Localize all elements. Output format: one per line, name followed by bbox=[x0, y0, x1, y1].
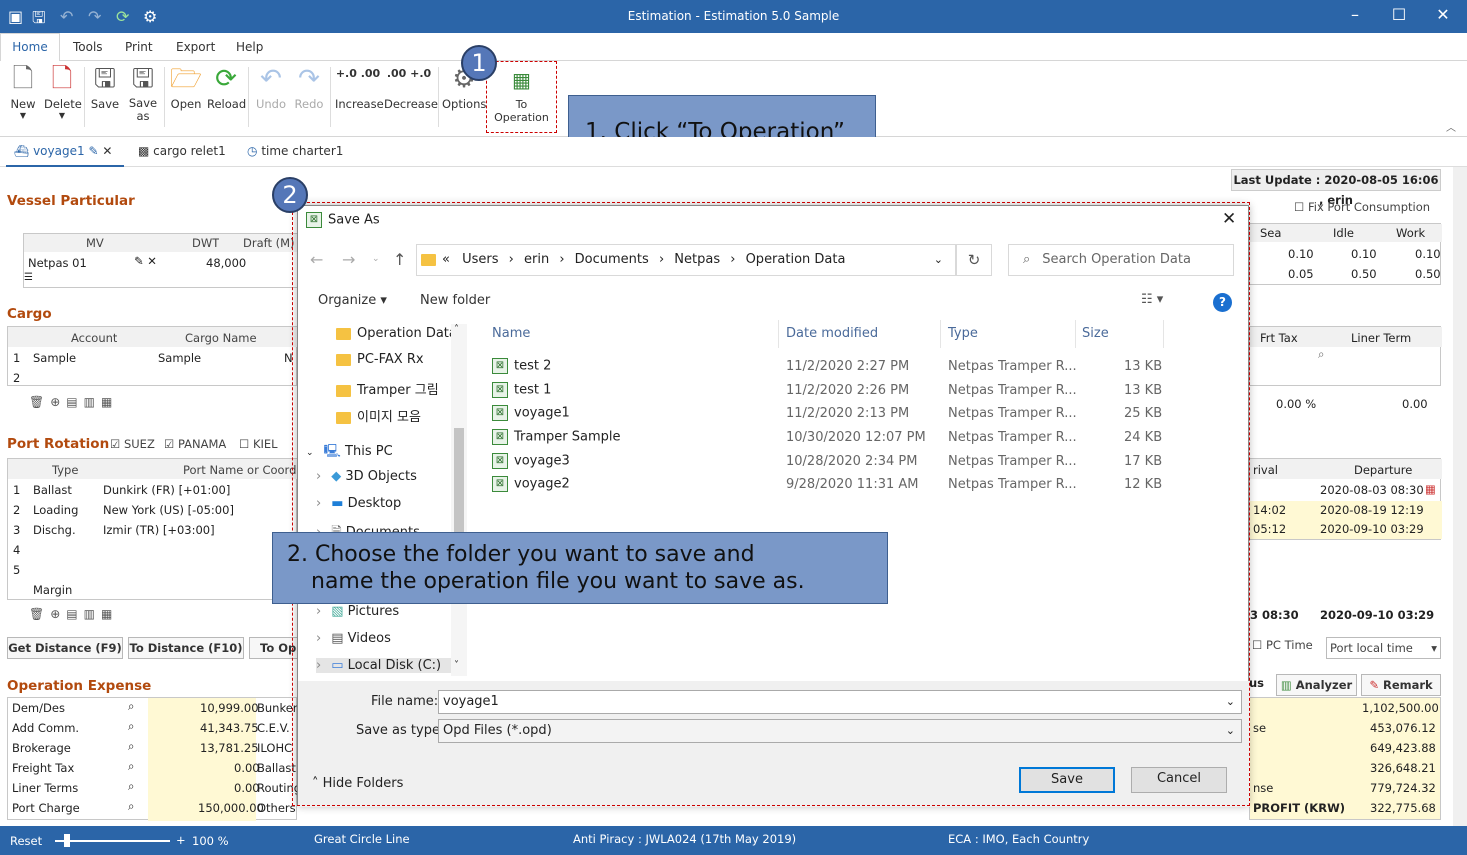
decrease-button[interactable]: .00 +.0 Decrease bbox=[384, 61, 438, 133]
window-title: Estimation - Estimation 5.0 Sample bbox=[627, 9, 840, 23]
close-icon[interactable]: ✕ bbox=[1428, 5, 1458, 24]
cargo-section-title: Cargo bbox=[7, 306, 52, 322]
tab-cargo-relet1[interactable]: ▩ cargo relet1 bbox=[138, 144, 226, 158]
document-tabs: ⛴ voyage1 ✎ ✕ ▩ cargo relet1 ◷ time char… bbox=[0, 137, 1467, 167]
time-select[interactable]: Port local time ▾ bbox=[1326, 637, 1441, 659]
suez-checkbox[interactable]: ☑ SUEZ bbox=[110, 437, 155, 451]
redo-icon: ↷ bbox=[298, 64, 320, 94]
main-scrollbar[interactable] bbox=[1453, 167, 1467, 826]
tab-voyage1[interactable]: ⛴ voyage1 ✎ ✕ bbox=[6, 137, 124, 167]
cargo-icon: ▩ bbox=[138, 144, 150, 158]
search-icon: ⌕ bbox=[128, 759, 135, 773]
reload-button[interactable]: ⟳ Reload bbox=[207, 61, 246, 133]
search-icon: ⌕ bbox=[128, 719, 135, 733]
cargo-grid: Account Cargo Name N 1 Sample Sample 2 bbox=[7, 326, 298, 386]
step-2-callout: 2. Choose the folder you want to save an… bbox=[272, 532, 888, 604]
consumption-grid: Sea Idle Work 0.10 0.10 0.10 0.05 0.50 0… bbox=[1249, 223, 1442, 285]
menu-print[interactable]: Print bbox=[125, 40, 153, 54]
cargo-toolbar[interactable]: 🗑⊕▤▥▦ bbox=[29, 395, 118, 409]
ship-icon: ⛴ bbox=[14, 144, 30, 158]
maximize-icon[interactable]: ☐ bbox=[1384, 5, 1414, 24]
menu-bar: Home Tools Print Export Help bbox=[0, 33, 1467, 61]
list-icon[interactable]: ☰ bbox=[24, 272, 33, 283]
zoom-slider[interactable] bbox=[55, 840, 170, 842]
increase-button[interactable]: +.0 .00 Increase bbox=[335, 61, 384, 133]
open-folder-icon: 🗁 bbox=[169, 64, 203, 94]
port-toolbar[interactable]: 🗑⊕▤▥▦ bbox=[29, 607, 118, 621]
collapse-ribbon-icon[interactable]: ︿ bbox=[1446, 119, 1456, 134]
panama-checkbox[interactable]: ☑ PANAMA bbox=[164, 437, 226, 451]
reload-icon: ⟳ bbox=[215, 64, 237, 94]
analyzer-button[interactable]: ▥ Analyzer bbox=[1276, 674, 1357, 696]
close-tab-icon[interactable]: ✕ bbox=[102, 144, 112, 158]
opex-title: Operation Expense bbox=[7, 678, 152, 694]
port-rotation-title: Port Rotation bbox=[7, 436, 110, 452]
delete-doc-icon: 🗋 bbox=[51, 64, 73, 94]
undo-icon: ↶ bbox=[260, 64, 282, 94]
save-as-icon: 🖫 bbox=[131, 64, 155, 94]
search-icon[interactable]: ⌕ bbox=[1318, 347, 1324, 362]
new-button[interactable]: 🗋 New ▼ bbox=[6, 61, 40, 133]
menu-tools[interactable]: Tools bbox=[73, 40, 103, 54]
delete-button[interactable]: 🗋 Delete ▼ bbox=[44, 61, 82, 133]
calendar-icon[interactable]: ▦ bbox=[1425, 482, 1436, 496]
reset-button[interactable]: Reset bbox=[10, 834, 42, 848]
search-icon: ⌕ bbox=[128, 699, 135, 713]
cargo-right-grid: Frt Tax Liner Term ⌕ 0.00 % 0.00 bbox=[1249, 326, 1442, 411]
menu-help[interactable]: Help bbox=[236, 40, 263, 54]
edit-icon[interactable]: ✎ bbox=[88, 144, 98, 158]
save-button[interactable]: 🖫 Save bbox=[89, 61, 121, 133]
undo-button[interactable]: ↶ Undo bbox=[253, 61, 289, 133]
remark-icon: ✎ bbox=[1369, 678, 1379, 692]
zoom-slider-handle[interactable] bbox=[64, 834, 70, 847]
minimize-icon[interactable]: – bbox=[1340, 5, 1370, 24]
title-bar: ▣ 🖫 ↶ ↷ ⟳ ⚙ Estimation - Estimation 5.0 … bbox=[0, 0, 1467, 33]
opex-right-grid: 1,102,500.00 se 453,076.12 649,423.88 326… bbox=[1249, 697, 1441, 820]
dialog-highlight bbox=[292, 202, 1250, 806]
status-bar: Reset + 100 % Great Circle Line Anti Pir… bbox=[0, 826, 1467, 855]
great-circle-status: Great Circle Line bbox=[314, 832, 410, 846]
pc-time-option[interactable]: ☐ PC Time bbox=[1252, 638, 1313, 652]
to-operation-icon: ▦ bbox=[512, 68, 531, 92]
redo-button[interactable]: ↷ Redo bbox=[292, 61, 326, 133]
decrease-decimal-icon: .00 +.0 bbox=[386, 67, 432, 80]
search-icon: ⌕ bbox=[128, 799, 135, 813]
clock-icon: ◷ bbox=[247, 144, 258, 158]
fix-port-checkbox[interactable]: ☐ Fix Port Consumption bbox=[1294, 200, 1430, 214]
step-1-badge: 1 bbox=[461, 45, 497, 81]
to-operation-button[interactable]: ▦ To Operation bbox=[486, 61, 557, 133]
zoom-level: 100 % bbox=[192, 834, 229, 848]
analyzer-icon: ▥ bbox=[1280, 678, 1292, 692]
tab-time-charter1[interactable]: ◷ time charter1 bbox=[247, 144, 343, 158]
vessel-section-title: Vessel Particular bbox=[7, 193, 135, 209]
search-icon: ⌕ bbox=[128, 779, 135, 793]
menu-export[interactable]: Export bbox=[176, 40, 215, 54]
kiel-checkbox[interactable]: ☐ KIEL bbox=[239, 437, 278, 451]
anti-piracy-status: Anti Piracy : JWLA024 (17th May 2019) bbox=[573, 832, 797, 846]
save-icon: 🖫 bbox=[93, 64, 117, 94]
step-2-badge: 2 bbox=[272, 177, 308, 213]
increase-decimal-icon: +.0 .00 bbox=[335, 67, 381, 80]
opex-grid: Dem/Des ⌕ 10,999.00 Bunker Add Comm. ⌕ 41,343… bbox=[7, 697, 301, 821]
open-button[interactable]: 🗁 Open bbox=[169, 61, 203, 133]
to-distance-button[interactable]: To Distance (F10) bbox=[128, 637, 244, 659]
eca-status: ECA : IMO, Each Country bbox=[948, 832, 1090, 846]
get-distance-button[interactable]: Get Distance (F9) bbox=[7, 637, 123, 659]
edit-icon[interactable]: ✎ ✕ bbox=[134, 254, 157, 268]
save-as-button[interactable]: 🖫 Save as bbox=[126, 61, 160, 133]
port-right-grid: rival Departure 2020-08-03 08:30 ▦ 14:02… bbox=[1249, 458, 1442, 540]
search-icon: ⌕ bbox=[128, 739, 135, 753]
last-update: Last Update : 2020-08-05 16:06 , erin bbox=[1231, 169, 1441, 207]
new-doc-icon: 🗋 bbox=[12, 64, 34, 94]
remark-button[interactable]: ✎ Remark bbox=[1361, 674, 1441, 696]
menu-home[interactable]: Home bbox=[0, 33, 60, 61]
vessel-grid: MV DWT Draft (M) Netpas 01 ✎ ✕ 48,000 11… bbox=[23, 233, 322, 288]
port-rotation-grid: Type Port Name or Coord 1 Ballast Dunkir… bbox=[7, 458, 298, 600]
